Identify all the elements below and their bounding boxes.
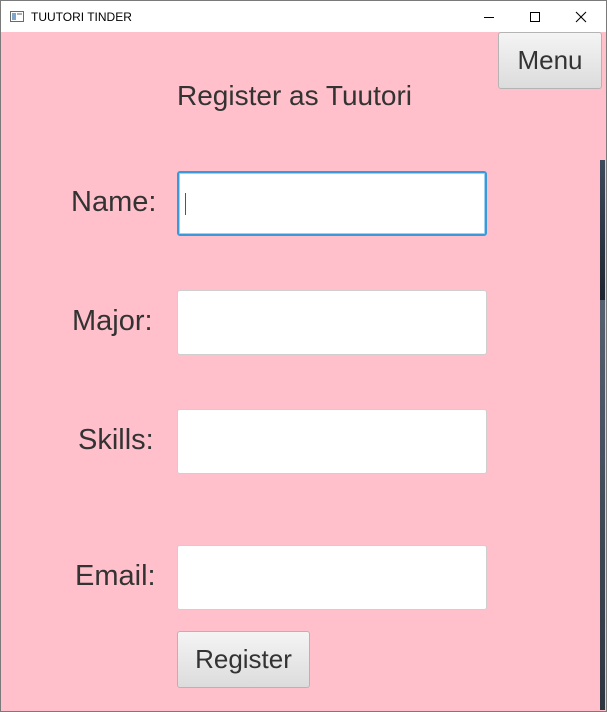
- background-window-edge: [600, 160, 605, 300]
- name-field[interactable]: [177, 171, 487, 236]
- window-title: TUUTORI TINDER: [31, 10, 132, 24]
- minimize-icon: [484, 16, 494, 18]
- text-caret: [185, 193, 186, 215]
- background-window-edge-lower: [600, 300, 605, 710]
- register-button[interactable]: Register: [177, 631, 310, 688]
- maximize-button[interactable]: [512, 1, 558, 32]
- window-app-icon: [10, 11, 24, 22]
- major-field[interactable]: [177, 290, 487, 355]
- menu-button[interactable]: Menu: [498, 32, 602, 89]
- close-icon: [575, 11, 587, 22]
- close-button[interactable]: [558, 1, 604, 32]
- major-label: Major:: [72, 305, 153, 337]
- app-window: TUUTORI TINDER Menu Register as Tuutori …: [0, 0, 607, 712]
- skills-field[interactable]: [177, 409, 487, 474]
- email-field[interactable]: [177, 545, 487, 610]
- skills-label: Skills:: [78, 424, 154, 456]
- maximize-icon: [530, 11, 540, 22]
- title-bar[interactable]: TUUTORI TINDER: [1, 1, 606, 32]
- name-label: Name:: [71, 186, 157, 218]
- page-title: Register as Tuutori: [177, 80, 412, 111]
- register-pane: Menu Register as Tuutori Name: Major: Sk…: [1, 32, 606, 711]
- email-label: Email:: [75, 560, 156, 592]
- minimize-button[interactable]: [466, 1, 512, 32]
